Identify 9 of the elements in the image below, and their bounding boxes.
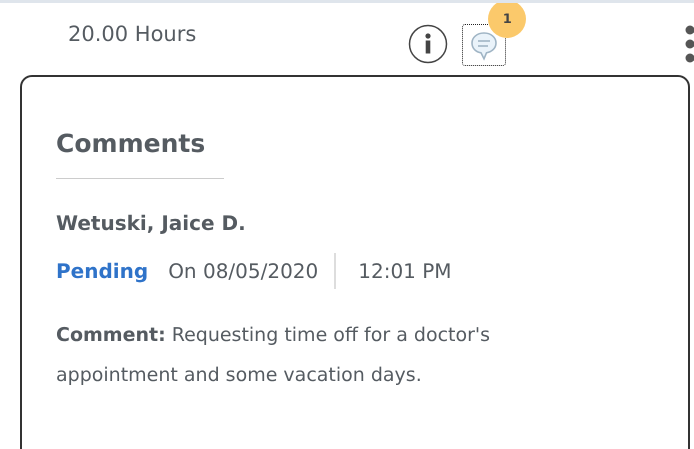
hours-text: 20.00 Hours xyxy=(68,22,196,46)
status-text: Pending xyxy=(56,259,148,283)
popover-title: Comments xyxy=(56,129,206,158)
count-badge: 1 xyxy=(488,3,526,38)
comment-text: Comment: Requesting time off for a doctor's appointment and some vacation days. xyxy=(56,323,492,388)
info-icon[interactable] xyxy=(408,24,448,64)
date-text: On 08/05/2020 xyxy=(168,259,318,283)
author-name: Wetuski, Jaice D. xyxy=(56,211,247,235)
time-text: 12:01 PM xyxy=(358,259,452,283)
